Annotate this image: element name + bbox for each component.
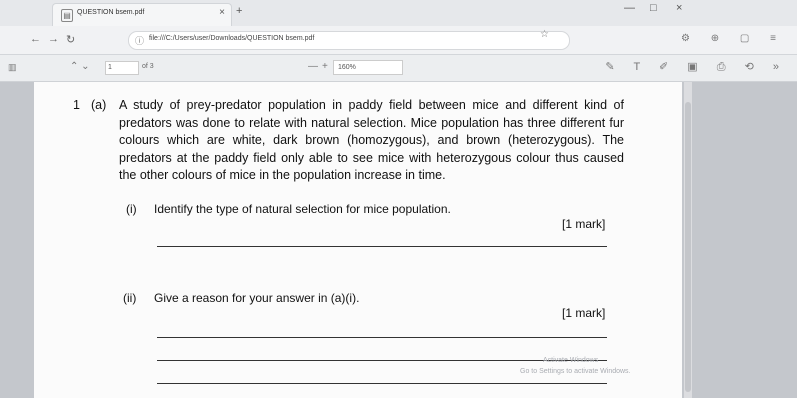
new-tab-button[interactable]: + <box>236 5 242 17</box>
answer-line-ii-2[interactable] <box>157 360 607 361</box>
zoom-out-button[interactable]: — <box>308 61 318 72</box>
scrollbar-thumb[interactable] <box>685 102 691 392</box>
address-bar[interactable]: ⓘ file:///C:/Users/user/Downloads/QUESTI… <box>128 31 570 50</box>
url-text: file:///C:/Users/user/Downloads/QUESTION… <box>149 35 315 42</box>
favorite-star-icon[interactable]: ☆ <box>540 29 549 40</box>
zoom-select[interactable]: 160% <box>333 60 403 75</box>
activate-windows-subtitle: Go to Settings to activate Windows. <box>520 368 631 375</box>
question-number: 1 <box>73 98 80 112</box>
subquestion-ii-mark: [1 mark] <box>562 306 606 320</box>
tab-title: QUESTION bsem.pdf <box>77 9 145 16</box>
tab-close-button[interactable]: × <box>219 7 225 18</box>
tab-strip: ▤ QUESTION bsem.pdf × + — □ × <box>0 0 797 27</box>
back-icon[interactable]: ← <box>30 33 41 45</box>
subquestion-i-mark: [1 mark] <box>562 217 606 231</box>
activate-windows-title: Activate Windows <box>543 357 599 364</box>
forward-icon[interactable]: → <box>48 33 59 45</box>
subquestion-i-text: Identify the type of natural selection f… <box>154 202 451 216</box>
question-part: (a) <box>91 98 107 112</box>
answer-line-ii-3[interactable] <box>157 383 607 384</box>
page-number-input[interactable]: 1 <box>105 61 139 75</box>
annotation-tools-icons[interactable]: ✎ T ✐ ▣ ⎙ ⟲ » <box>605 60 787 74</box>
refresh-icon[interactable]: ↻ <box>66 33 75 46</box>
tab-pdf[interactable]: ▤ QUESTION bsem.pdf × <box>52 3 232 27</box>
close-window-button[interactable]: × <box>676 2 682 14</box>
pdf-toolbar: ▥ ⌃ ⌄ 1 of 3 — + 160% ✎ T ✐ ▣ ⎙ ⟲ » <box>0 55 797 82</box>
screen: ▤ QUESTION bsem.pdf × + — □ × ← → ↻ ⓘ fi… <box>0 0 797 398</box>
sidebar-toggle-icon[interactable]: ▥ <box>8 62 17 73</box>
subquestion-ii-number: (ii) <box>123 291 137 305</box>
address-bar-row: ← → ↻ ⓘ file:///C:/Users/user/Downloads/… <box>0 26 797 55</box>
subquestion-ii-text: Give a reason for your answer in (a)(i). <box>154 291 360 305</box>
subquestion-i-number: (i) <box>126 202 137 216</box>
answer-line-ii-1[interactable] <box>157 337 607 338</box>
info-icon: ⓘ <box>135 36 145 46</box>
page-count: of 3 <box>142 63 154 70</box>
browser-tools-icons[interactable]: ⚙ ⊕ ▢ ≡ <box>681 33 785 44</box>
scrollbar[interactable] <box>684 82 692 398</box>
document-icon: ▤ <box>61 9 73 22</box>
answer-line-i[interactable] <box>157 246 607 247</box>
minimize-button[interactable]: — <box>624 2 635 14</box>
zoom-in-button[interactable]: + <box>322 61 328 72</box>
page-nav-icons[interactable]: ⌃ ⌄ <box>70 61 90 72</box>
restore-button[interactable]: □ <box>650 2 657 14</box>
question-text: A study of prey-predator population in p… <box>119 98 624 182</box>
